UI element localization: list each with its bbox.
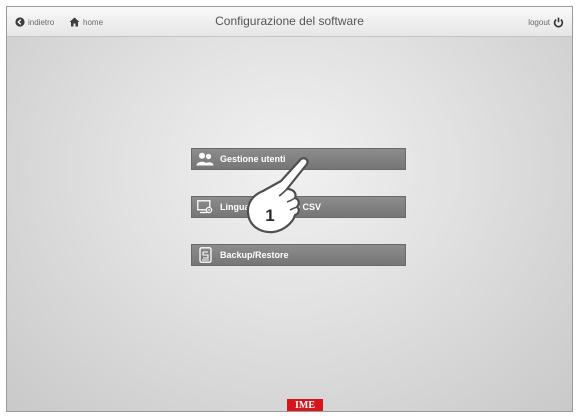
page-title: Configurazione del software [215, 14, 364, 28]
app-window: indietro home Configurazione del softwar… [6, 6, 573, 412]
pointing-hand-icon: 1 [243, 157, 313, 237]
tablet-icon [196, 247, 214, 263]
backup-restore-button[interactable]: Backup/Restore [191, 244, 406, 266]
callout-number: 1 [265, 206, 274, 225]
users-icon [196, 151, 214, 167]
logout-label: logout [528, 17, 550, 27]
backup-restore-label: Backup/Restore [220, 250, 289, 260]
monitor-settings-icon [196, 199, 214, 215]
power-icon [553, 17, 564, 28]
ime-logo: IME [287, 399, 323, 411]
top-bar: indietro home Configurazione del softwar… [7, 7, 572, 37]
logout-button[interactable]: logout [528, 15, 564, 29]
